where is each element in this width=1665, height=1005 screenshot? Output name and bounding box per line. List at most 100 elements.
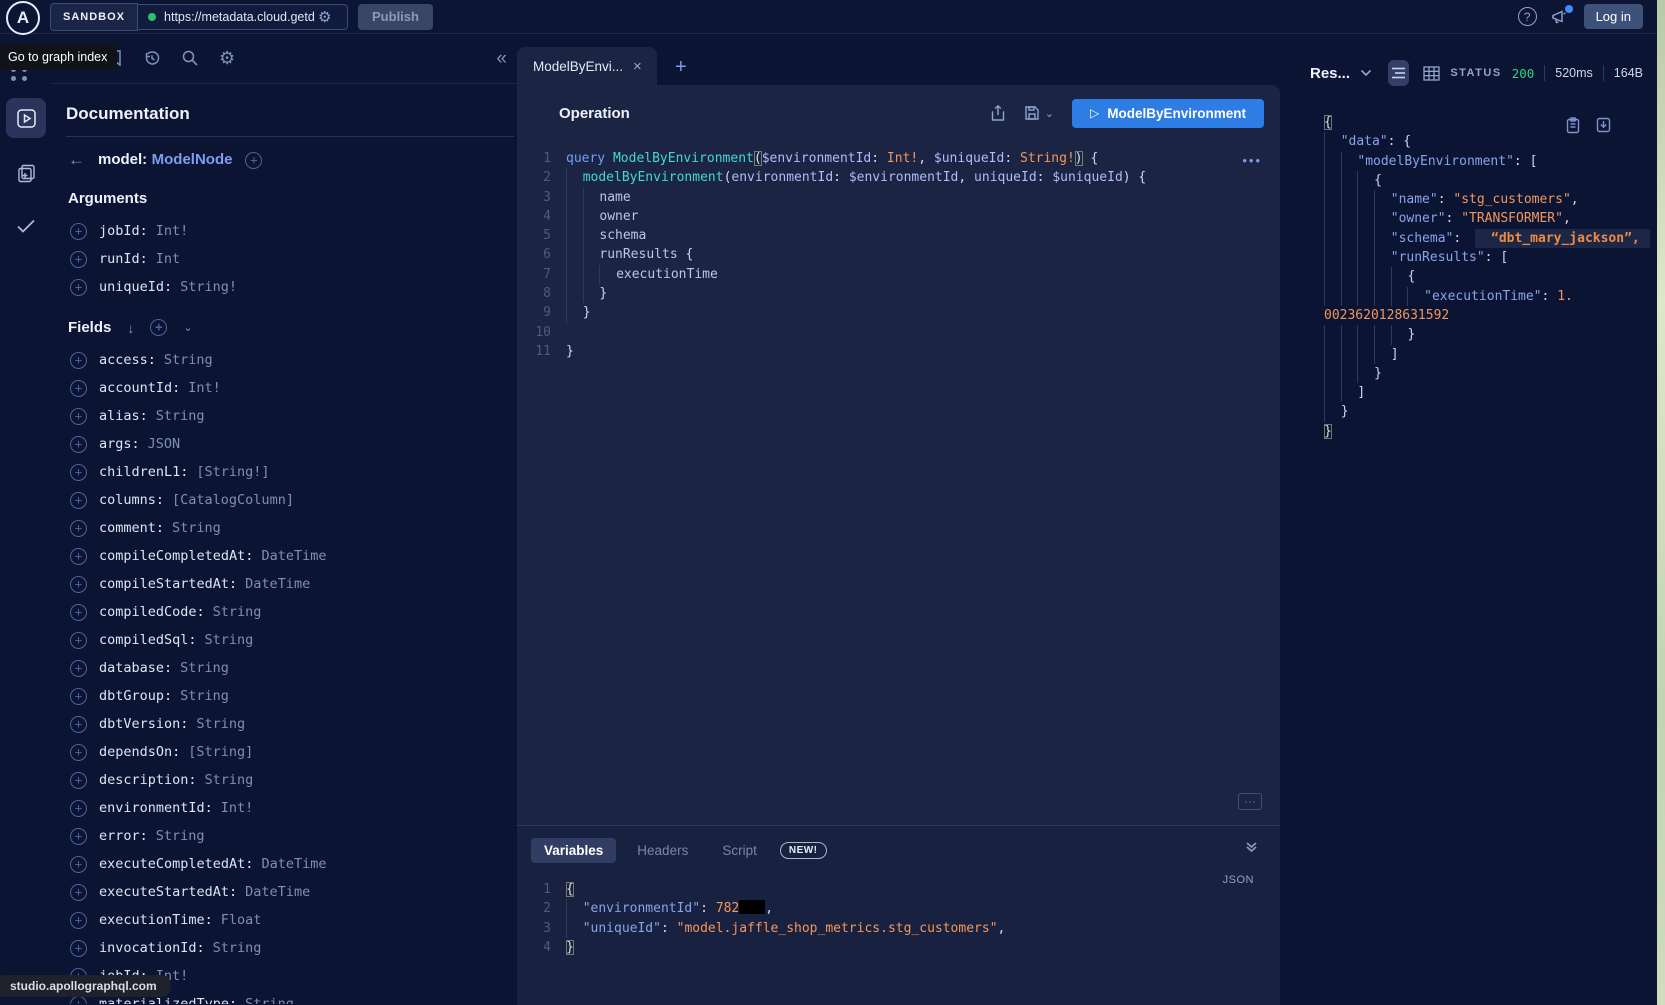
close-tab-icon[interactable]: × xyxy=(633,58,642,75)
field-type[interactable]: String xyxy=(156,408,205,424)
code-line[interactable]: 2modelByEnvironment(environmentId: $envi… xyxy=(517,168,1280,187)
operation-tab[interactable]: ModelByEnvi... × xyxy=(517,47,657,85)
save-options-chevron-icon[interactable]: ⌄ xyxy=(1045,107,1054,120)
code-line[interactable]: 8} xyxy=(517,284,1280,303)
add-field-icon[interactable]: + xyxy=(70,632,87,649)
schema-field-row[interactable]: +jobId:Int! xyxy=(66,217,491,245)
add-field-icon[interactable]: + xyxy=(70,688,87,705)
code-line[interactable]: ] xyxy=(1324,383,1657,402)
add-field-icon[interactable]: + xyxy=(70,520,87,537)
add-field-icon[interactable]: + xyxy=(70,772,87,789)
add-field-icon[interactable]: + xyxy=(70,223,87,240)
field-type[interactable]: String xyxy=(205,772,254,788)
response-title[interactable]: Res... xyxy=(1310,65,1350,82)
schema-field-row[interactable]: +uniqueId:String! xyxy=(66,273,491,301)
code-line[interactable]: { xyxy=(1324,171,1657,190)
save-icon[interactable] xyxy=(1024,105,1040,121)
response-json[interactable]: {"data": {"modelByEnvironment": [{"name"… xyxy=(1324,113,1657,441)
share-icon[interactable] xyxy=(990,104,1006,122)
breadcrumb-type-link[interactable]: ModelNode xyxy=(152,151,233,168)
schema-field-row[interactable]: +alias:String xyxy=(66,402,491,430)
code-line[interactable]: 2"environmentId": 782, xyxy=(517,899,1280,918)
field-type[interactable]: DateTime xyxy=(245,884,310,900)
field-type[interactable]: Int! xyxy=(156,223,189,239)
new-tab-icon[interactable]: + xyxy=(675,56,687,79)
add-field-icon[interactable]: + xyxy=(70,492,87,509)
field-type[interactable]: JSON xyxy=(148,436,181,452)
code-line[interactable]: 0023620128631592 xyxy=(1324,306,1657,325)
variables-editor[interactable]: 1{2"environmentId": 782,3"uniqueId": "mo… xyxy=(517,880,1280,957)
add-field-icon[interactable]: + xyxy=(70,464,87,481)
field-type[interactable]: DateTime xyxy=(261,856,326,872)
field-type[interactable]: String xyxy=(213,940,262,956)
tab-headers[interactable]: Headers xyxy=(624,838,701,863)
add-field-icon[interactable]: + xyxy=(70,576,87,593)
code-line[interactable]: "modelByEnvironment": [ xyxy=(1324,152,1657,171)
sort-fields-icon[interactable]: ↓ xyxy=(127,320,134,336)
add-field-icon[interactable]: + xyxy=(70,940,87,957)
field-type[interactable]: Float xyxy=(221,912,262,928)
add-field-icon[interactable]: + xyxy=(70,436,87,453)
code-line[interactable]: 1{ xyxy=(517,880,1280,899)
help-icon[interactable]: ? xyxy=(1518,7,1537,26)
operation-code[interactable]: 1query ModelByEnvironment($environmentId… xyxy=(517,149,1280,361)
add-field-icon[interactable]: + xyxy=(70,800,87,817)
field-type[interactable]: [String] xyxy=(188,744,253,760)
collapse-variables-icon[interactable] xyxy=(1245,840,1258,853)
response-dropdown-chevron-icon[interactable] xyxy=(1360,69,1372,77)
schema-field-row[interactable]: +compiledCode:String xyxy=(66,598,491,626)
add-field-icon[interactable]: + xyxy=(70,604,87,621)
endpoint-settings-gear-icon[interactable]: ⚙ xyxy=(318,8,331,26)
field-type[interactable]: Int! xyxy=(188,380,221,396)
schema-field-row[interactable]: +compiledSql:String xyxy=(66,626,491,654)
add-field-icon[interactable]: + xyxy=(70,744,87,761)
code-line[interactable]: 6runResults { xyxy=(517,245,1280,264)
code-line[interactable]: } xyxy=(1324,325,1657,344)
add-all-fields-icon[interactable]: + xyxy=(150,319,167,336)
copy-response-icon[interactable] xyxy=(1566,117,1580,134)
schema-field-row[interactable]: +childrenL1:[String!] xyxy=(66,458,491,486)
field-type[interactable]: [String!] xyxy=(196,464,269,480)
schema-field-row[interactable]: +runId:Int xyxy=(66,245,491,273)
schema-field-row[interactable]: +description:String xyxy=(66,766,491,794)
add-field-icon[interactable]: + xyxy=(70,279,87,296)
schema-field-row[interactable]: +args:JSON xyxy=(66,430,491,458)
run-operation-button[interactable]: ▷ ModelByEnvironment xyxy=(1072,99,1264,128)
publish-button[interactable]: Publish xyxy=(358,4,433,30)
add-field-icon[interactable]: + xyxy=(70,380,87,397)
search-icon[interactable] xyxy=(181,49,199,67)
schema-field-row[interactable]: +dbtGroup:String xyxy=(66,682,491,710)
add-field-icon[interactable]: + xyxy=(70,884,87,901)
fields-options-chevron-icon[interactable]: ⌄ xyxy=(183,321,192,334)
code-line[interactable]: 5schema xyxy=(517,226,1280,245)
editor-more-menu-icon[interactable]: ••• xyxy=(1242,153,1262,168)
code-line[interactable]: 7executionTime xyxy=(517,265,1280,284)
tab-script[interactable]: Script xyxy=(709,838,770,863)
add-field-icon[interactable]: + xyxy=(70,548,87,565)
schema-field-row[interactable]: +executeCompletedAt:DateTime xyxy=(66,850,491,878)
schema-field-row[interactable]: +executeStartedAt:DateTime xyxy=(66,878,491,906)
field-type[interactable]: String xyxy=(180,688,229,704)
field-type[interactable]: String xyxy=(196,716,245,732)
endpoint-url-input[interactable]: https://metadata.cloud.getd xyxy=(164,10,316,24)
schema-field-row[interactable]: +comment:String xyxy=(66,514,491,542)
code-line[interactable]: ] xyxy=(1324,345,1657,364)
field-type[interactable]: String xyxy=(172,520,221,536)
code-line[interactable]: 10 xyxy=(517,323,1280,342)
apollo-logo[interactable]: A xyxy=(6,1,40,35)
code-line[interactable]: "name": "stg_customers", xyxy=(1324,190,1657,209)
add-field-icon[interactable]: + xyxy=(70,352,87,369)
endpoint-url-box[interactable]: https://metadata.cloud.getd ⚙ xyxy=(138,4,348,30)
field-type[interactable]: DateTime xyxy=(245,576,310,592)
explorer-nav-icon[interactable] xyxy=(6,98,46,138)
field-type[interactable]: String xyxy=(156,828,205,844)
back-arrow-icon[interactable]: ← xyxy=(68,150,85,170)
schema-field-row[interactable]: +database:String xyxy=(66,654,491,682)
code-line[interactable]: "runResults": [ xyxy=(1324,248,1657,267)
schema-field-row[interactable]: +dependsOn:[String] xyxy=(66,738,491,766)
schema-nav-icon[interactable] xyxy=(6,153,46,193)
download-response-icon[interactable] xyxy=(1596,117,1611,134)
field-type[interactable]: String xyxy=(205,632,254,648)
schema-field-row[interactable]: +environmentId:Int! xyxy=(66,794,491,822)
field-type[interactable]: DateTime xyxy=(261,548,326,564)
